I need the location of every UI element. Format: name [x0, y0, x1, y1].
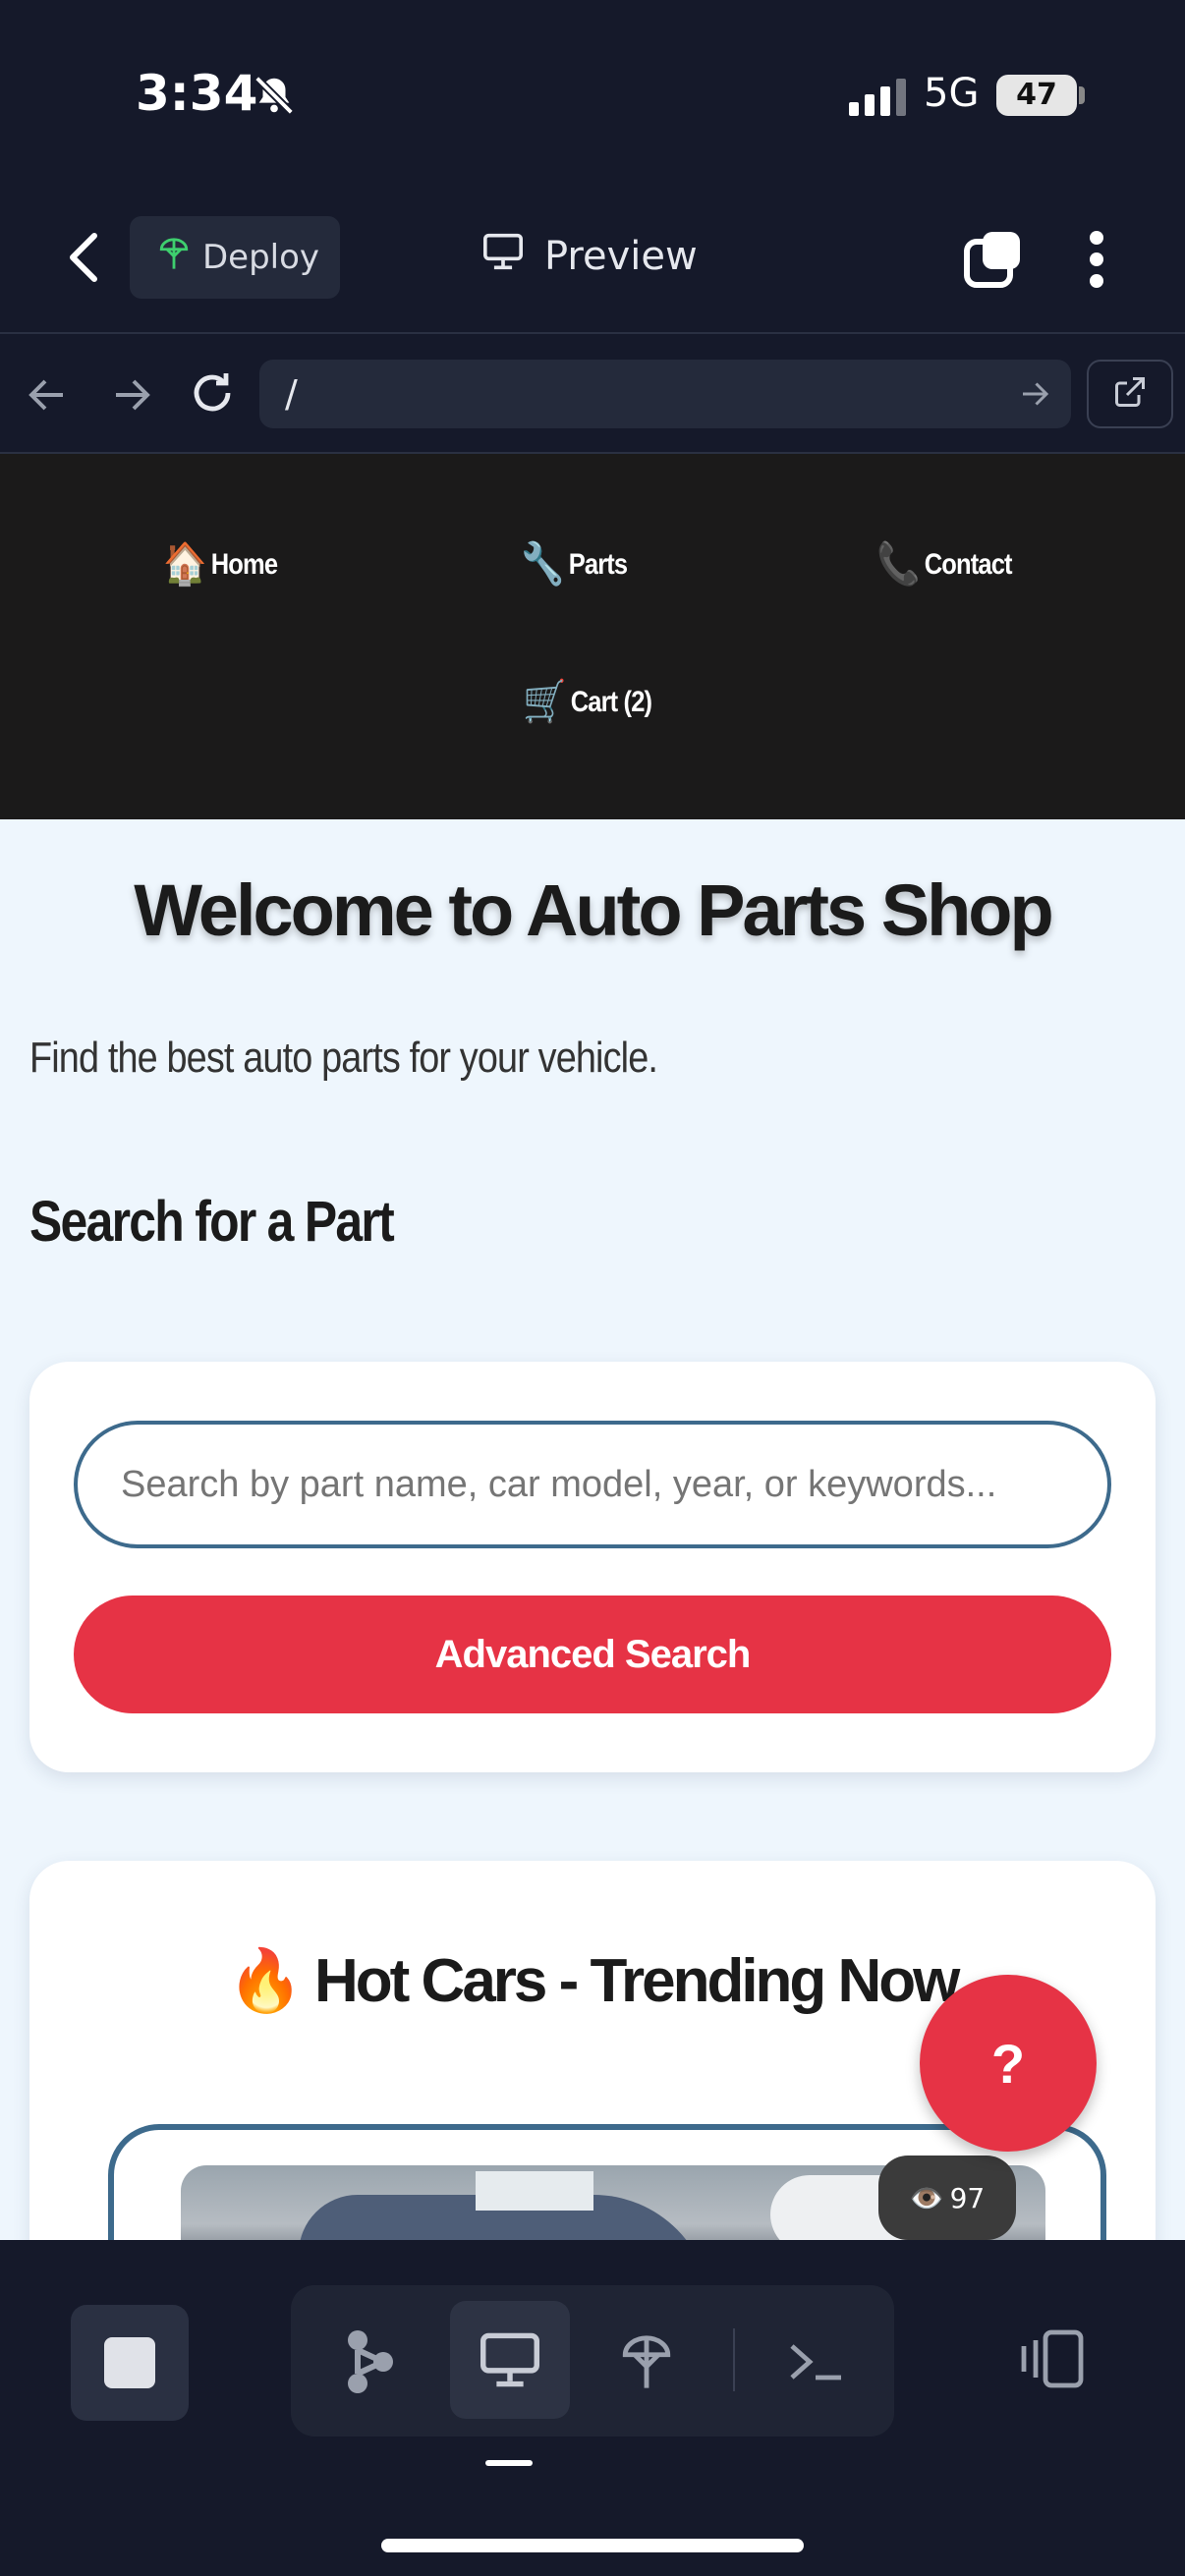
battery-icon: 47: [996, 75, 1077, 116]
wrench-icon: 🔧: [521, 540, 564, 587]
cart-icon: 🛒: [523, 678, 566, 724]
nav-link-label: Cart (2): [570, 685, 652, 718]
nav-link-label: Home: [210, 547, 278, 581]
browser-forward-icon[interactable]: [110, 375, 153, 419]
home-indicator[interactable]: [381, 2539, 804, 2552]
page-title: Welcome to Auto Parts Shop: [134, 869, 1053, 951]
site-nav: 🏠 Home 🔧 Parts 📞 Contact 🛒 Cart (2): [0, 454, 1185, 819]
preview-tab[interactable]: Preview: [481, 232, 698, 281]
back-button[interactable]: [59, 228, 108, 287]
hot-cars-title-text: Hot Cars - Trending Now: [314, 1947, 960, 2015]
nav-link-cart[interactable]: 🛒 Cart (2): [523, 678, 652, 726]
external-link-icon: [1112, 374, 1148, 414]
toolbar-divider: [0, 332, 1185, 334]
search-input[interactable]: [74, 1421, 1111, 1548]
help-button[interactable]: ?: [920, 1975, 1097, 2152]
network-label: 5G: [924, 71, 980, 116]
house-icon: 🏠: [163, 540, 206, 587]
advanced-search-button[interactable]: Advanced Search: [74, 1596, 1111, 1713]
phone-icon: 📞: [876, 540, 920, 587]
bell-muted-icon: [252, 73, 297, 122]
nav-link-home[interactable]: 🏠 Home: [163, 540, 278, 588]
drawer-handle[interactable]: [485, 2460, 533, 2466]
stop-icon: [104, 2337, 155, 2388]
preview-label: Preview: [544, 234, 698, 279]
browser-back-icon[interactable]: [26, 375, 69, 419]
nav-link-label: Parts: [568, 547, 628, 581]
views-count: 97: [949, 2181, 986, 2214]
tabs-icon[interactable]: [961, 228, 1024, 291]
deploy-tool-icon[interactable]: [597, 2313, 696, 2411]
stop-button[interactable]: [71, 2305, 189, 2421]
open-external-button[interactable]: [1087, 360, 1173, 428]
nav-link-contact[interactable]: 📞 Contact: [876, 540, 1013, 588]
device-layout-icon[interactable]: [1018, 2328, 1089, 2393]
views-badge: 👁️ 97: [878, 2156, 1016, 2240]
workflow-icon[interactable]: [322, 2313, 417, 2411]
terminal-icon[interactable]: [766, 2313, 865, 2411]
deploy-label: Deploy: [202, 238, 320, 277]
fire-icon: 🔥: [227, 1947, 304, 2015]
tagline: Find the best auto parts for your vehicl…: [29, 1034, 658, 1082]
more-options-icon[interactable]: [1083, 228, 1110, 291]
search-heading: Search for a Part: [29, 1190, 395, 1254]
deploy-icon: [157, 235, 191, 281]
url-input[interactable]: /: [259, 360, 1071, 428]
webpage: 🏠 Home 🔧 Parts 📞 Contact 🛒 Cart (2) Welc…: [0, 454, 1185, 2240]
bottom-tool-group: [291, 2285, 894, 2436]
status-time: 3:34: [136, 65, 258, 122]
preview-monitor-icon[interactable]: [450, 2301, 570, 2419]
deploy-button[interactable]: Deploy: [130, 216, 340, 299]
signal-icon: [849, 79, 906, 116]
nav-link-parts[interactable]: 🔧 Parts: [521, 540, 628, 588]
battery-cap: [1079, 86, 1085, 104]
nav-link-label: Contact: [924, 547, 1013, 581]
url-go-icon[interactable]: [1018, 379, 1051, 413]
tool-separator: [733, 2328, 735, 2391]
eye-icon: 👁️: [909, 2181, 944, 2214]
reload-icon[interactable]: [189, 369, 236, 420]
monitor-icon: [481, 232, 525, 281]
search-card: Advanced Search: [29, 1362, 1156, 1772]
